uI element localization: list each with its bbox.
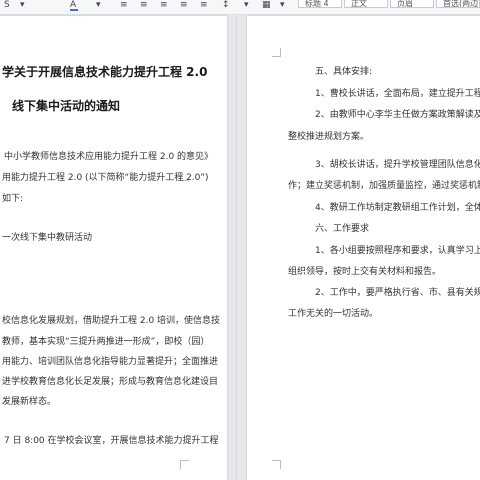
notice-title-line-1: 学关于开展信息技术能力提升工程 2.0: [2, 65, 208, 79]
align-center-icon[interactable]: ≡: [140, 1, 148, 10]
margin-corner-mark: [272, 460, 281, 469]
body-line: 校信息化发展规划，借助提升工程 2.0 培训，使信息技: [2, 316, 221, 326]
shading-icon[interactable]: ▦: [262, 1, 271, 10]
body-line: 作；建立奖惩机制，加强质量监控，通过奖惩机制，: [288, 181, 480, 191]
align-right-icon[interactable]: ≡: [160, 1, 168, 10]
style-body-label: 正文: [351, 0, 367, 8]
body-line: 3、胡校长讲话，提升学校管理团队信息化领导力: [315, 160, 480, 170]
page-gutter: [236, 16, 237, 480]
style-heading4-label: 标题 4: [305, 0, 329, 8]
style-preferred[interactable]: 首选(两边): [436, 0, 480, 8]
body-line: 4、教研工作坊制定教研组工作计划，全体教师: [315, 203, 480, 213]
body-line: 进学校教育信息化长足发展；形成与教育信息化建设目: [2, 377, 219, 387]
body-line: 用能力提升工程 2.0 (以下简称“能力提升工程 2.0”): [2, 173, 209, 183]
body-line: 中小学教师信息技术应用能力提升工程 2.0 的意见》: [4, 152, 214, 162]
body-line: 整校推进规划方案。: [288, 132, 370, 142]
chevron-down-icon[interactable]: ▾: [20, 1, 25, 10]
body-line: 用能力、培训团队信息化指导能力显著提升；全面推进: [2, 357, 219, 367]
chevron-down-icon[interactable]: ▾: [96, 1, 101, 10]
notice-title-line-2: 线下集中活动的通知: [12, 99, 121, 113]
line-spacing-icon[interactable]: ↕: [222, 1, 230, 10]
body-line: 2、工作中，要严格执行省、市、县有关规定，严: [315, 288, 480, 298]
document-page-left[interactable]: 学关于开展信息技术能力提升工程 2.0 线下集中活动的通知 中小学教师信息技术应…: [0, 16, 227, 480]
font-color-icon[interactable]: A: [70, 1, 76, 10]
section-heading: 六、工作要求: [315, 224, 370, 234]
body-line: 1、曹校长讲话，全面布局，建立提升工程长效: [315, 89, 480, 99]
chevron-down-icon[interactable]: ▾: [244, 1, 249, 10]
section-heading: 五、具体安排:: [315, 67, 373, 77]
body-line: 教师，基本实现“三提升两推进一形成”，即校（园）: [2, 337, 210, 347]
body-line: 一次线下集中教研活动: [2, 233, 93, 243]
body-line: 7 日 8:00 在学校会议室，开展信息技术能力提升工程: [4, 436, 219, 446]
font-color-underline: [70, 9, 78, 11]
align-left-icon[interactable]: ≡: [120, 1, 128, 10]
document-page-right[interactable]: 五、具体安排: 1、曹校长讲话，全面布局，建立提升工程长效 2、由教师中心李华主…: [247, 16, 480, 480]
distributed-align-icon[interactable]: ≡: [200, 1, 208, 10]
style-preferred-label: 首选(两边): [443, 0, 480, 8]
body-line: 发展新样态。: [2, 397, 57, 407]
body-line: 1、各小组要按照程序和要求，认真学习上级文件: [315, 246, 480, 256]
body-line: 组织领导，按时上交有关材料和报告。: [288, 267, 442, 277]
style-header[interactable]: 页眉: [390, 0, 434, 8]
style-header-label: 页眉: [397, 0, 413, 8]
strikethrough-icon[interactable]: S: [4, 1, 10, 10]
body-line: 如下:: [2, 194, 24, 204]
margin-corner-mark: [272, 48, 281, 57]
body-line: 工作无关的一切活动。: [288, 309, 379, 319]
justify-icon[interactable]: ≡: [180, 1, 188, 10]
style-heading4[interactable]: 标题 4: [298, 0, 342, 8]
ribbon-toolbar: S ▾ A ▾ ≡ ≡ ≡ ≡ ≡ ↕ ▾ ▦ ▾ 标题 4 正文 页眉 首选(…: [0, 0, 480, 15]
body-line: 2、由教师中心李华主任做方案政策解读及能力: [315, 110, 480, 120]
style-body[interactable]: 正文: [344, 0, 388, 8]
chevron-down-icon[interactable]: ▾: [280, 1, 285, 10]
document-editor-window: S ▾ A ▾ ≡ ≡ ≡ ≡ ≡ ↕ ▾ ▦ ▾ 标题 4 正文 页眉 首选(…: [0, 0, 480, 480]
margin-corner-mark: [180, 460, 189, 469]
